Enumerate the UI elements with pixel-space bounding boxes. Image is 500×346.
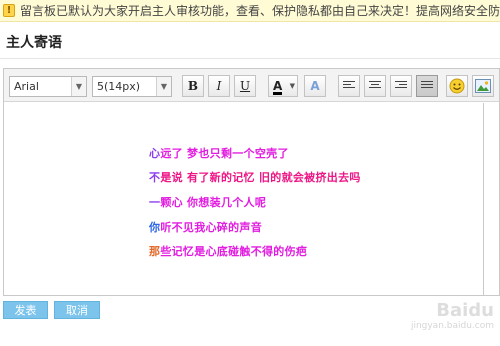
italic-button[interactable]: I — [208, 75, 230, 97]
notice-text: 留言板已默认为大家开启主人审核功能，查看、保护隐私都由自己来决定！提高网络安全防… — [20, 4, 500, 18]
align-center-button[interactable] — [364, 75, 386, 97]
font-color-icon: A — [273, 79, 283, 95]
highlight-color-button[interactable]: A — [304, 75, 326, 97]
editor-content[interactable]: 心远了 梦也只剩一个空壳了 不是说 有了新的记忆 旧的就会被挤出去吗 一颗心 你… — [4, 103, 499, 295]
font-size-value: 5(14px) — [97, 80, 141, 93]
font-family-value: Arial — [14, 80, 39, 93]
italic-icon: I — [216, 79, 222, 93]
font-family-select[interactable]: Arial ▼ — [9, 76, 87, 97]
insert-image-icon — [475, 79, 491, 93]
page-title: 主人寄语 — [6, 35, 62, 51]
watermark-subtext: jingyan.baidu.com — [410, 321, 494, 331]
chevron-down-icon: ▼ — [289, 82, 295, 90]
emoticon-button[interactable] — [446, 75, 468, 97]
editor-scrollbar[interactable] — [483, 103, 499, 295]
insert-image-button[interactable] — [472, 75, 494, 97]
align-left-button[interactable] — [338, 75, 360, 97]
submit-button[interactable]: 发表 — [3, 301, 48, 319]
editor-toolbar: Arial ▼ 5(14px) ▼ B I U A ▼ A — [4, 69, 499, 102]
font-size-select[interactable]: 5(14px) ▼ — [92, 76, 172, 97]
content-line: 不是说 有了新的记忆 旧的就会被挤出去吗 — [149, 171, 361, 184]
notice-bar: ! 留言板已默认为大家开启主人审核功能，查看、保护隐私都由自己来决定！提高网络安… — [0, 0, 500, 22]
cancel-button[interactable]: 取消 — [54, 301, 100, 319]
watermark-brand: Baidu — [436, 300, 494, 321]
rich-text-editor[interactable]: Arial ▼ 5(14px) ▼ B I U A ▼ A 心远了 梦也只剩一个… — [3, 68, 500, 296]
emoticon-icon — [449, 78, 465, 94]
align-center-icon — [369, 81, 381, 91]
content-line: 心远了 梦也只剩一个空壳了 — [149, 147, 289, 160]
align-right-button[interactable] — [390, 75, 412, 97]
content-line: 你听不见我心碎的声音 — [149, 221, 263, 234]
watermark-logo: Baidu jingyan.baidu.com — [374, 300, 494, 340]
justify-icon — [421, 81, 433, 91]
font-color-button[interactable]: A ▼ — [268, 75, 298, 97]
justify-button[interactable] — [416, 75, 438, 97]
underline-button[interactable]: U — [234, 75, 256, 97]
content-line: 那些记忆是心底碰触不得的伤疤 — [149, 245, 308, 258]
bold-button[interactable]: B — [182, 75, 204, 97]
highlight-color-icon: A — [310, 79, 320, 93]
chevron-down-icon: ▼ — [71, 77, 86, 96]
align-left-icon — [343, 81, 355, 91]
content-line: 一颗心 你想装几个人呢 — [149, 196, 267, 209]
bold-icon: B — [187, 79, 199, 93]
underline-icon: U — [239, 79, 251, 93]
divider — [0, 58, 500, 59]
align-right-icon — [395, 81, 407, 91]
exclamation-icon: ! — [3, 4, 15, 17]
chevron-down-icon: ▼ — [156, 77, 171, 96]
